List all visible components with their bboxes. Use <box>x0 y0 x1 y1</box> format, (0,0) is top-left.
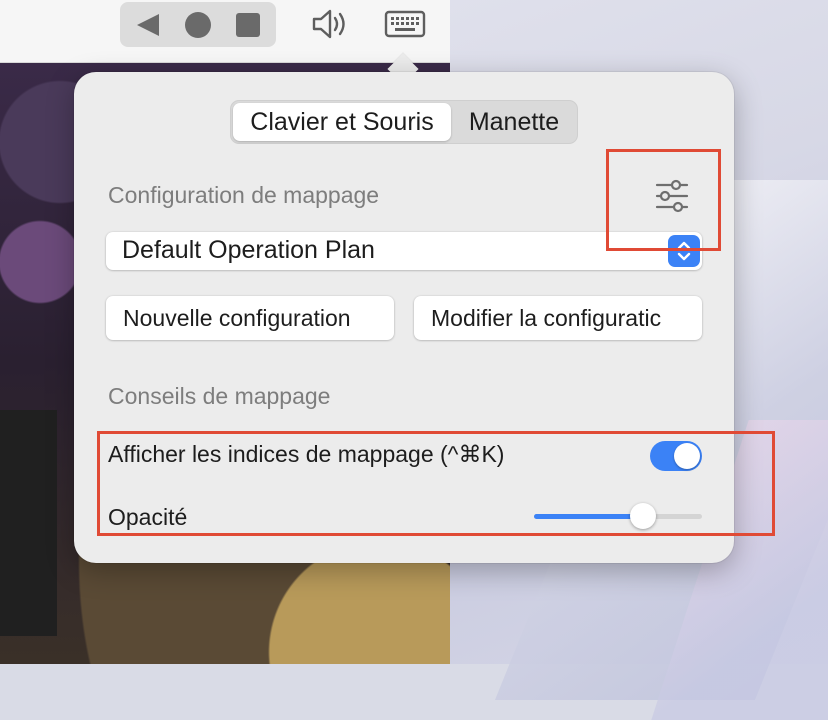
home-icon <box>185 11 211 38</box>
mapping-config-section-title: Configuration de mappage <box>108 182 380 208</box>
edit-configuration-button[interactable]: Modifier la configuratic <box>414 296 702 340</box>
window-toolbar <box>0 0 450 63</box>
new-configuration-button[interactable]: Nouvelle configuration <box>106 296 394 340</box>
android-nav-group <box>120 2 276 47</box>
back-button[interactable] <box>122 2 174 47</box>
highlight-box-settings <box>606 149 721 251</box>
volume-button[interactable] <box>308 4 352 44</box>
input-mode-segmented-control: Clavier et Souris Manette <box>230 100 578 144</box>
keyboard-mapping-button[interactable] <box>383 4 427 44</box>
recents-button[interactable] <box>222 2 274 47</box>
back-icon <box>137 13 159 36</box>
tab-keyboard-mouse[interactable]: Clavier et Souris <box>233 103 451 141</box>
home-button[interactable] <box>172 2 224 47</box>
tab-controller[interactable]: Manette <box>453 103 575 141</box>
speaker-icon <box>312 9 345 39</box>
mapping-tips-section-title: Conseils de mappage <box>108 383 331 409</box>
highlight-box-mapping-tips <box>97 431 775 536</box>
game-side-panel <box>0 410 57 636</box>
keyboard-icon <box>384 10 426 38</box>
operation-plan-value: Default Operation Plan <box>122 236 375 264</box>
recents-icon <box>236 12 260 37</box>
